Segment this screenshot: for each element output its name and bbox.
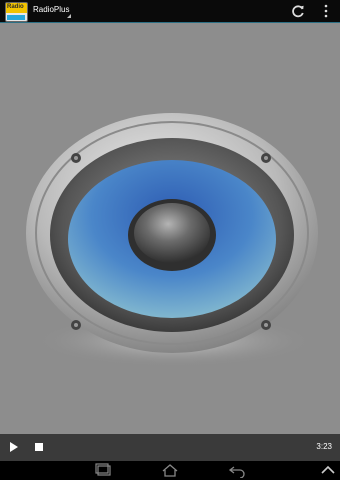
content-area (0, 23, 340, 434)
app-logo-text: Radio (7, 4, 24, 10)
player-bar: 3:23 (0, 434, 340, 461)
back-icon[interactable] (228, 463, 246, 478)
app-title[interactable]: RadioPlus (33, 5, 69, 14)
playback-time: 3:23 (316, 442, 332, 451)
play-button[interactable] (10, 442, 18, 452)
collapse-icon[interactable] (320, 463, 336, 478)
stop-button[interactable] (35, 443, 43, 451)
home-icon[interactable] (161, 463, 179, 478)
recent-apps-icon[interactable] (95, 463, 113, 478)
overflow-menu-icon[interactable] (318, 3, 334, 19)
dropdown-caret-icon[interactable] (67, 14, 71, 18)
system-nav-bar (0, 461, 340, 480)
app-logo-icon: Radio (5, 2, 28, 22)
action-bar: Radio RadioPlus (0, 0, 340, 23)
refresh-icon[interactable] (290, 3, 306, 19)
app-logo-bar (7, 15, 25, 20)
speaker-image (26, 113, 318, 367)
